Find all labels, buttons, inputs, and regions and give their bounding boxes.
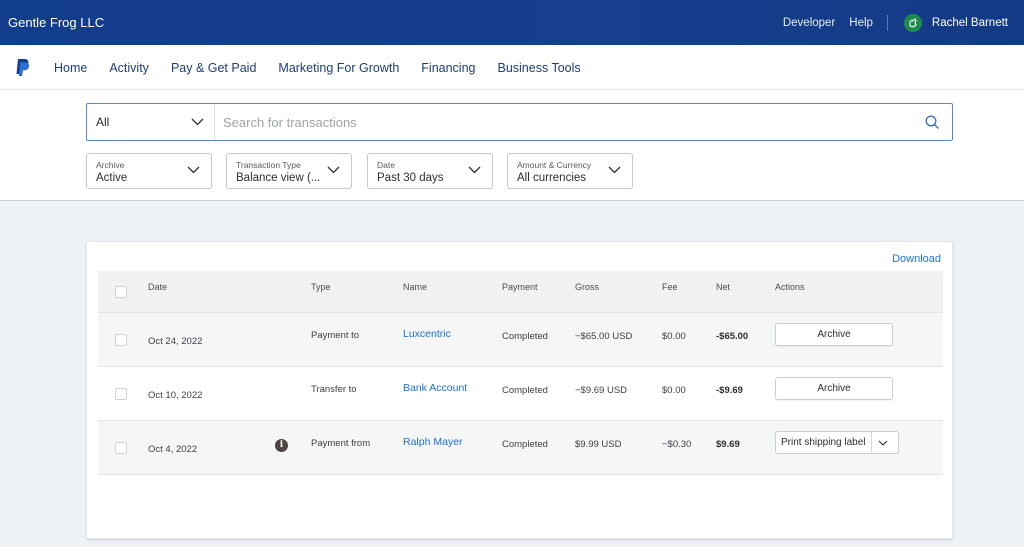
print-shipping-label-button[interactable]: Print shipping label [776,432,872,453]
nav-item-financing[interactable]: Financing [421,61,475,75]
col-actions: Actions [775,282,805,292]
row-name-link[interactable]: Luxcentric [403,328,451,340]
nav-item-business-tools[interactable]: Business Tools [497,61,580,75]
filter-value: Balance view (... [236,172,321,184]
filters-panel: All Archive Active Transaction Type Bala… [0,90,1024,201]
print-shipping-label-split-button: Print shipping label [775,431,899,454]
chevron-down-icon [187,166,200,174]
developer-link[interactable]: Developer [783,17,835,29]
row-fee: $0.00 [662,385,686,396]
filter-value: Past 30 days [377,172,444,184]
col-name: Name [403,282,428,292]
row-date: Oct 24, 2022 [148,336,203,347]
row-net: -$65.00 [716,331,749,342]
nav-item-marketing[interactable]: Marketing For Growth [278,61,399,75]
table-header: Date Type Name Payment Gross Fee Net Act… [98,271,943,313]
row-checkbox[interactable] [115,442,127,454]
row-net: -$9.69 [716,385,743,396]
filter-label: Date [377,160,395,170]
row-fee: −$0.30 [662,439,692,450]
archive-button[interactable]: Archive [775,323,893,346]
top-bar-right: Developer Help Rachel Barnett [783,0,1008,45]
search-input[interactable] [215,104,912,140]
col-type: Type [311,282,331,292]
row-date: Oct 10, 2022 [148,390,203,401]
chevron-down-icon [191,118,204,126]
nav-list: Home Activity Pay & Get Paid Marketing F… [54,45,603,90]
org-name: Gentle Frog LLC [8,15,105,30]
search-bar: All [86,103,953,141]
row-checkbox[interactable] [115,334,127,346]
filter-value: All currencies [517,172,587,184]
main-nav: Home Activity Pay & Get Paid Marketing F… [0,45,1024,90]
nav-item-pay-get-paid[interactable]: Pay & Get Paid [171,61,256,75]
chevron-down-icon [468,166,481,174]
select-all-checkbox[interactable] [115,286,127,298]
row-payment-status: Completed [502,385,548,396]
table-row[interactable]: Oct 4, 2022 i Payment from Ralph Mayer C… [98,421,943,475]
search-icon[interactable] [912,104,952,140]
row-type: Payment to [311,330,360,341]
archive-button[interactable]: Archive [775,377,893,400]
row-name-link[interactable]: Bank Account [403,382,467,394]
info-icon[interactable]: i [275,439,288,452]
col-date[interactable]: Date [148,282,167,292]
col-payment: Payment [502,282,538,292]
filter-label: Transaction Type [236,160,301,170]
chevron-down-icon [327,166,340,174]
chevron-down-icon[interactable] [872,432,894,453]
table-row[interactable]: Oct 10, 2022 Transfer to Bank Account Co… [98,367,943,421]
date-filter[interactable]: Date Past 30 days [367,153,493,189]
table-row[interactable]: Oct 24, 2022 Payment to Luxcentric Compl… [98,313,943,367]
row-gross: $9.99 USD [575,439,622,450]
row-gross: −$65.00 USD [575,331,633,342]
filter-label: Amount & Currency [517,160,592,170]
row-type: Payment from [311,438,371,449]
amount-currency-filter[interactable]: Amount & Currency All currencies [507,153,633,189]
divider [886,14,888,31]
row-date: Oct 4, 2022 [148,444,198,455]
transaction-type-filter[interactable]: Transaction Type Balance view (... [226,153,352,189]
col-fee: Fee [662,282,678,292]
archive-filter[interactable]: Archive Active [86,153,212,189]
col-net: Net [716,282,731,292]
top-bar: Gentle Frog LLC Developer Help Rachel Ba… [0,0,1024,45]
row-type: Transfer to [311,384,357,395]
row-fee: $0.00 [662,331,686,342]
transactions-table: Date Type Name Payment Gross Fee Net Act… [98,271,943,475]
filter-label: Archive [96,160,125,170]
help-link[interactable]: Help [849,17,873,29]
row-gross: −$9.69 USD [575,385,628,396]
download-link[interactable]: Download [892,253,941,265]
chevron-down-icon [608,166,621,174]
row-payment-status: Completed [502,331,548,342]
user-name[interactable]: Rachel Barnett [932,17,1008,29]
paypal-logo-icon[interactable] [15,58,31,82]
transactions-card: Download Date Type Name Payment Gross Fe… [86,241,953,539]
search-scope-select[interactable]: All [87,104,215,140]
row-checkbox[interactable] [115,388,127,400]
filter-value: Active [96,172,128,184]
frog-avatar-icon[interactable] [903,13,922,32]
row-payment-status: Completed [502,439,548,450]
nav-item-activity[interactable]: Activity [109,61,149,75]
row-name-link[interactable]: Ralph Mayer [403,436,463,448]
row-net: $9.69 [716,439,740,450]
nav-item-home[interactable]: Home [54,61,87,75]
col-gross: Gross [575,282,600,292]
search-scope-value: All [96,115,110,129]
